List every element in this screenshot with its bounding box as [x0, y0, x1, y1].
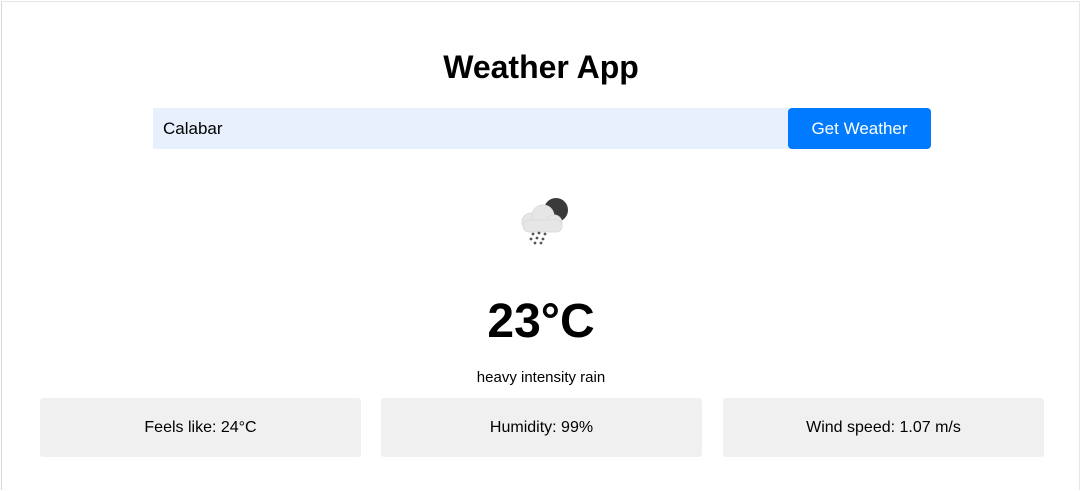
page-title: Weather App	[443, 49, 639, 85]
feels-like-card: Feels like: 24°C	[40, 398, 361, 457]
feels-like-text: Feels like: 24°C	[144, 418, 257, 436]
wind-speed-card: Wind speed: 1.07 m/s	[723, 398, 1044, 457]
city-input[interactable]	[153, 108, 789, 149]
humidity-text: Humidity: 99%	[489, 418, 594, 436]
wind-speed-text: Wind speed: 1.07 m/s	[806, 418, 961, 436]
humidity-card: Humidity: 99%	[381, 398, 702, 457]
search-bar: Get Weather	[153, 108, 931, 149]
night-rain-cloud-icon	[511, 190, 573, 250]
get-weather-button[interactable]: Get Weather	[788, 108, 931, 149]
temperature-value: 23°C	[487, 295, 595, 348]
weather-description: heavy intensity rain	[476, 369, 606, 386]
